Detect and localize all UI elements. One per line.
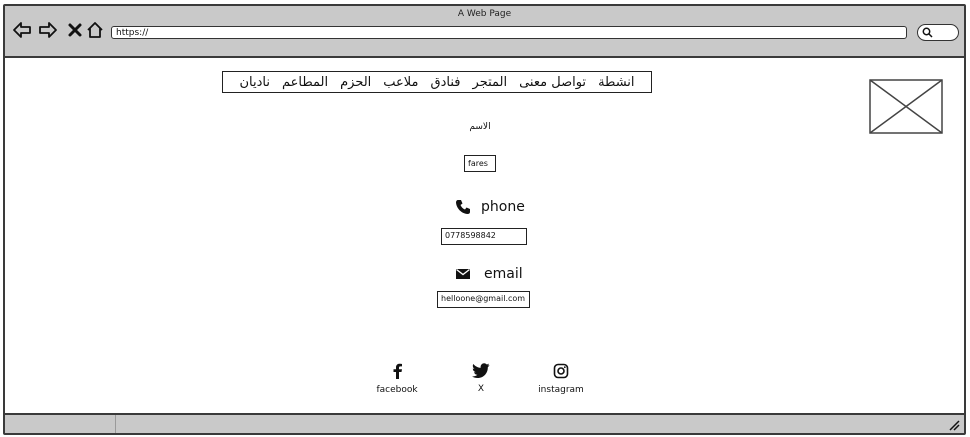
page-content: ناديان المطاعم الحزم ملاعب فنادق المتجر …: [5, 58, 964, 413]
browser-chrome: A Web Page https://: [5, 6, 964, 58]
menu-item-hotels[interactable]: فنادق: [431, 75, 461, 90]
facebook-icon: [393, 363, 402, 379]
window-title: A Web Page: [457, 9, 512, 19]
menu-item-packages[interactable]: الحزم: [340, 75, 371, 90]
forward-arrow-icon[interactable]: [38, 20, 58, 40]
close-icon[interactable]: [65, 20, 85, 40]
phone-label-group: phone: [455, 199, 525, 215]
phone-label: phone: [481, 199, 525, 215]
instagram-link[interactable]: instagram: [531, 363, 591, 395]
status-divider: [115, 415, 116, 433]
x-label: X: [477, 384, 485, 394]
phone-field-value: 0778598842: [445, 231, 496, 240]
menu-item-contact[interactable]: تواصل معنى: [519, 75, 586, 90]
menu-item-fields[interactable]: ملاعب: [383, 75, 418, 90]
name-label: الاسم: [469, 122, 491, 132]
instagram-label: instagram: [538, 385, 584, 395]
instagram-icon: [553, 363, 569, 379]
back-arrow-icon[interactable]: [12, 20, 32, 40]
menu-item-restaurants[interactable]: المطاعم: [282, 75, 328, 90]
menu-item-nadian[interactable]: ناديان: [239, 75, 270, 90]
menu-item-activities[interactable]: انشطة: [598, 75, 634, 90]
phone-field[interactable]: 0778598842: [441, 228, 527, 245]
email-label: email: [484, 266, 523, 282]
search-button[interactable]: [917, 24, 959, 41]
name-field-value: fares: [468, 159, 488, 168]
status-bar: [5, 413, 964, 433]
email-label-group: email: [455, 266, 523, 282]
resize-handle-icon[interactable]: [948, 419, 960, 431]
image-placeholder: [869, 79, 943, 134]
browser-window: A Web Page https:// ناديان المطاعم الحزم…: [3, 4, 966, 435]
search-icon: [922, 27, 933, 38]
envelope-icon: [456, 268, 470, 279]
x-link[interactable]: X: [451, 363, 511, 394]
email-field[interactable]: helloone@gmail.com: [437, 291, 530, 308]
twitter-icon: [472, 363, 490, 378]
name-field[interactable]: fares: [464, 155, 496, 172]
main-menu: ناديان المطاعم الحزم ملاعب فنادق المتجر …: [222, 71, 652, 93]
email-field-value: helloone@gmail.com: [441, 294, 526, 303]
phone-icon: [456, 200, 470, 214]
url-bar[interactable]: https://: [111, 26, 907, 39]
url-text: https://: [116, 28, 149, 38]
home-icon[interactable]: [85, 20, 105, 40]
facebook-link[interactable]: facebook: [367, 363, 427, 395]
menu-item-store[interactable]: المتجر: [473, 75, 508, 90]
facebook-label: facebook: [376, 385, 418, 395]
